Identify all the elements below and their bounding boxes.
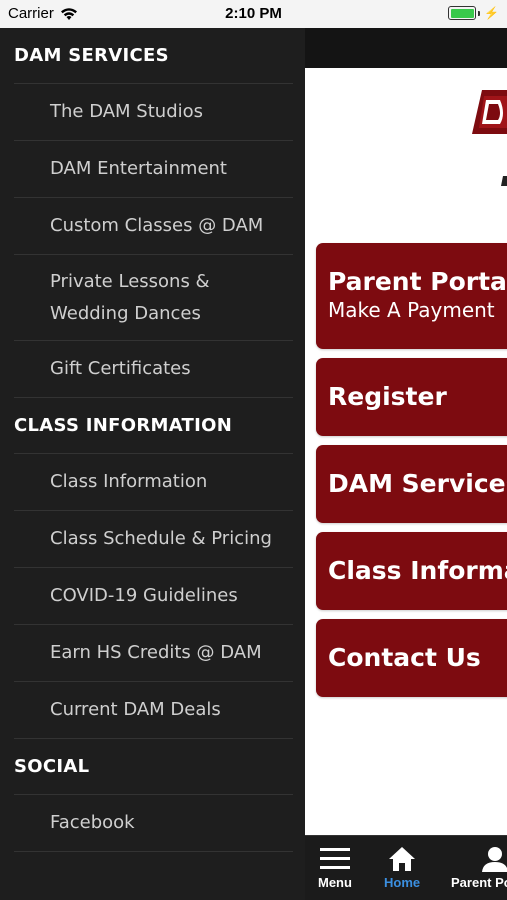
menu-item-private-lessons[interactable]: Private Lessons & Wedding Dances (14, 254, 293, 340)
parent-portal-card[interactable]: Parent Portal Make A Payment (316, 243, 507, 349)
menu-item-class-information[interactable]: Class Information (14, 453, 293, 510)
menu-item-facebook[interactable]: Facebook (14, 794, 293, 851)
logo-fragment (501, 176, 507, 186)
menu-item-class-schedule[interactable]: Class Schedule & Pricing (14, 510, 293, 567)
menu-item-dam-deals[interactable]: Current DAM Deals (14, 681, 293, 738)
dam-logo (472, 90, 507, 134)
status-bar: Carrier 2:10 PM ⚡ (0, 0, 507, 28)
section-divider (14, 851, 293, 852)
menu-item-label: COVID-19 Guidelines (50, 585, 238, 606)
card-subtitle: Make A Payment (328, 298, 495, 322)
card-title: Parent Portal (328, 267, 507, 296)
contact-us-card[interactable]: Contact Us (316, 619, 507, 697)
tab-label: Home (384, 875, 421, 890)
card-title: Class Information (328, 556, 507, 585)
home-icon (389, 847, 416, 871)
menu-item-label: The DAM Studios (50, 101, 204, 122)
section-title-dam-services: DAM SERVICES (14, 45, 169, 66)
tab-home[interactable]: Home (384, 846, 420, 890)
menu-item-label: Custom Classes @ DAM (50, 215, 264, 236)
tab-menu[interactable]: Menu (318, 846, 352, 890)
menu-item-gift-certificates[interactable]: Gift Certificates (14, 340, 293, 397)
main-panel[interactable]: Parent Portal Make A Payment Register DA… (305, 28, 507, 900)
menu-item-label: Private Lessons & Wedding Dances (50, 270, 210, 324)
section-title-social: SOCIAL (14, 756, 90, 777)
class-information-card[interactable]: Class Information (316, 532, 507, 610)
home-content: Parent Portal Make A Payment Register DA… (305, 68, 507, 835)
status-time: 2:10 PM (225, 5, 282, 22)
charging-bolt-icon: ⚡ (484, 6, 499, 20)
section-title-class-information: CLASS INFORMATION (14, 415, 233, 436)
menu-item-label: Class Information (50, 471, 208, 492)
tab-label: Parent Portal (451, 875, 507, 890)
person-icon (482, 847, 507, 872)
hamburger-icon (319, 848, 350, 869)
menu-item-custom-classes[interactable]: Custom Classes @ DAM (14, 197, 293, 254)
side-menu: DAM SERVICES The DAM Studios DAM Enterta… (0, 28, 305, 900)
menu-item-label: Earn HS Credits @ DAM (50, 642, 262, 663)
main-header (305, 28, 507, 68)
card-title: DAM Services (328, 469, 507, 498)
card-title: Register (328, 382, 447, 411)
tab-label: Menu (318, 875, 352, 890)
menu-item-dam-studios[interactable]: The DAM Studios (14, 83, 293, 140)
card-title: Contact Us (328, 643, 481, 672)
menu-item-label: DAM Entertainment (50, 158, 227, 179)
menu-item-label: Current DAM Deals (50, 699, 221, 720)
menu-item-covid-guidelines[interactable]: COVID-19 Guidelines (14, 567, 293, 624)
register-card[interactable]: Register (316, 358, 507, 436)
tab-parent-portal[interactable]: Parent Portal (451, 846, 507, 890)
menu-item-label: Class Schedule & Pricing (50, 528, 272, 549)
menu-item-hs-credits[interactable]: Earn HS Credits @ DAM (14, 624, 293, 681)
menu-item-label: Gift Certificates (50, 358, 191, 379)
menu-item-dam-entertainment[interactable]: DAM Entertainment (14, 140, 293, 197)
tab-bar: Menu Home Parent Portal (305, 835, 507, 900)
battery-icon: ⚡ (448, 6, 499, 20)
menu-item-label: Facebook (50, 812, 135, 833)
dam-services-card[interactable]: DAM Services (316, 445, 507, 523)
